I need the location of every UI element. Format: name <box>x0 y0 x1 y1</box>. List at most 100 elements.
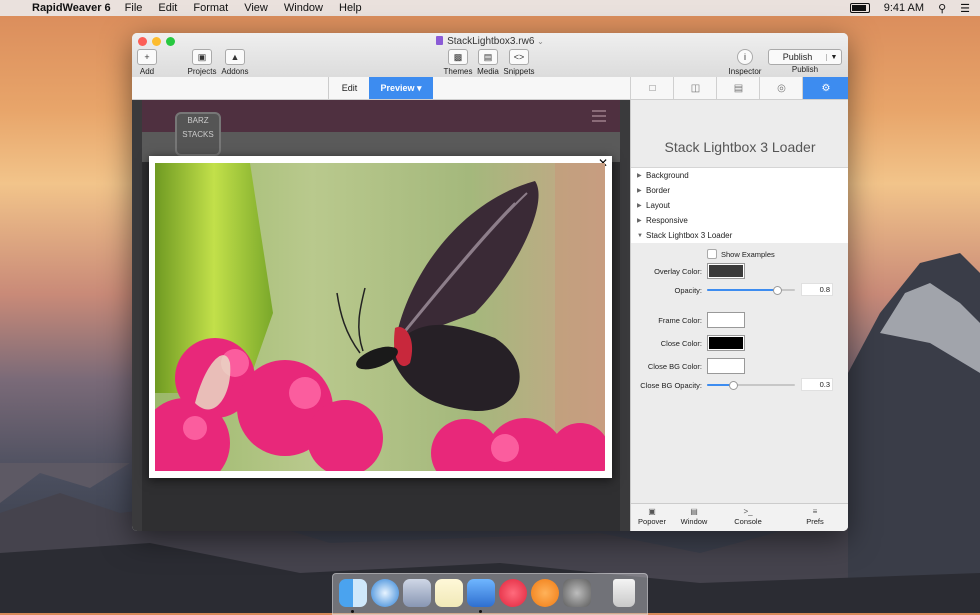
preview-pane[interactable]: BARZ STACKS ✕ <box>132 100 630 531</box>
frame-color-label: Frame Color: <box>658 316 702 325</box>
section-responsive[interactable]: ▶ Responsive <box>631 213 848 228</box>
snippets-icon: <> <box>509 49 529 65</box>
document-icon <box>436 36 444 45</box>
add-button[interactable]: + Add <box>136 49 158 76</box>
media-icon: ▤ <box>478 49 498 65</box>
snippets-button[interactable]: <> Snippets <box>502 49 536 76</box>
window-title: StackLightbox3.rw6 ⌄ <box>132 36 848 47</box>
menu-format[interactable]: Format <box>185 2 236 14</box>
disclosure-triangle-icon: ▶ <box>637 218 642 224</box>
layout-inspector-tab-icon[interactable]: ◫ <box>673 77 717 99</box>
info-icon: i <box>737 49 753 65</box>
trash-icon[interactable] <box>613 579 635 607</box>
publish-button[interactable]: Publish ▼ <box>768 49 842 65</box>
inspector-panel: Stack Lightbox 3 Loader ▶ Background ▶ Bor… <box>630 100 848 531</box>
console-button[interactable]: >_ Console <box>715 504 781 531</box>
ibooks-icon[interactable] <box>531 579 559 607</box>
opacity-label: Opacity: <box>674 286 702 295</box>
section-background[interactable]: ▶ Background <box>631 168 848 183</box>
media-button[interactable]: ▤ Media <box>475 49 501 76</box>
clock[interactable]: 9:41 AM <box>884 2 924 14</box>
close-color-row: Close Color: <box>631 335 848 358</box>
close-color-well[interactable] <box>707 335 745 351</box>
popover-icon: ▣ <box>648 507 656 516</box>
opacity-slider[interactable] <box>707 286 795 295</box>
checkbox-box[interactable] <box>707 249 717 259</box>
popover-button[interactable]: ▣ Popover <box>631 504 673 531</box>
finder-icon[interactable] <box>339 579 367 607</box>
window-toolbar: StackLightbox3.rw6 ⌄ + Add ▣ Projects ▲ Add… <box>132 33 848 78</box>
rapidweaver-icon[interactable] <box>467 579 495 607</box>
close-bg-opacity-row: Close BG Opacity: 0.3 <box>631 378 848 404</box>
menu-edit[interactable]: Edit <box>150 2 185 14</box>
menu-file[interactable]: File <box>117 2 151 14</box>
console-icon: >_ <box>743 507 753 516</box>
app-menu[interactable]: RapidWeaver 6 <box>30 2 117 14</box>
section-stack-lightbox-loader[interactable]: ▼ Stack Lightbox 3 Loader <box>631 228 848 243</box>
close-bg-opacity-value-field[interactable]: 0.3 <box>801 378 833 391</box>
battery-icon[interactable] <box>849 3 870 13</box>
disclosure-triangle-icon: ▶ <box>637 203 642 209</box>
edit-mode-tab[interactable]: Edit <box>328 77 371 99</box>
disclosure-triangle-icon: ▶ <box>637 188 642 194</box>
hamburger-menu-icon[interactable] <box>592 110 606 125</box>
disclosure-triangle-icon: ▶ <box>637 173 642 179</box>
inspector-title: Stack Lightbox 3 Loader <box>631 100 848 168</box>
preview-mode-tab[interactable]: Preview ▾ <box>369 77 433 99</box>
mail-icon[interactable] <box>403 579 431 607</box>
lightbox-frame: ✕ <box>149 156 612 478</box>
frame-color-row: Frame Color: <box>631 312 848 335</box>
addons-icon: ▲ <box>225 49 245 65</box>
menu-bar: RapidWeaver 6 File Edit Format View Wind… <box>0 0 980 16</box>
mode-tab-bar: Edit Preview ▾ □ ◫ ▤ ◎ ⚙ <box>132 77 848 100</box>
overlay-color-label: Overlay Color: <box>654 267 702 276</box>
page-inspector-tab-icon[interactable]: □ <box>630 77 674 99</box>
butterfly-photo <box>155 163 605 471</box>
notes-icon[interactable] <box>435 579 463 607</box>
section-layout[interactable]: ▶ Layout <box>631 198 848 213</box>
window-button[interactable]: ▤ Window <box>673 504 715 531</box>
safari-icon[interactable] <box>371 579 399 607</box>
theme-inspector-tab-icon[interactable]: ▤ <box>716 77 760 99</box>
close-bg-opacity-slider[interactable] <box>707 381 795 390</box>
projects-button[interactable]: ▣ Projects <box>187 49 217 76</box>
themes-button[interactable]: ▩ Themes <box>443 49 473 76</box>
menu-window[interactable]: Window <box>276 2 331 14</box>
menu-view[interactable]: View <box>236 2 276 14</box>
slider-knob[interactable] <box>729 381 739 390</box>
publish-label: Publish <box>791 65 819 74</box>
close-bg-opacity-label: Close BG Opacity: <box>640 381 702 390</box>
system-preferences-icon[interactable] <box>563 579 591 607</box>
opacity-value-field[interactable]: 0.8 <box>801 283 833 296</box>
site-logo: BARZ STACKS <box>175 112 221 156</box>
chevron-down-icon[interactable]: ▼ <box>826 53 841 61</box>
show-examples-checkbox[interactable]: Show Examples <box>707 249 848 259</box>
section-border[interactable]: ▶ Border <box>631 183 848 198</box>
window-icon: ▤ <box>690 507 698 516</box>
projects-icon: ▣ <box>192 49 212 65</box>
menu-help[interactable]: Help <box>331 2 370 14</box>
show-examples-label: Show Examples <box>721 249 775 259</box>
close-color-label: Close Color: <box>660 339 702 348</box>
inspector-sections: ▶ Background ▶ Border ▶ Layout ▶ Responsive … <box>631 168 848 243</box>
publish-button-label: Publish <box>782 52 813 62</box>
app-window: StackLightbox3.rw6 ⌄ + Add ▣ Projects ▲ Add… <box>132 33 848 531</box>
themes-icon: ▩ <box>448 49 468 65</box>
inspector-button[interactable]: i Inspector <box>728 49 762 76</box>
itunes-icon[interactable] <box>499 579 527 607</box>
opacity-row: Opacity: 0.8 <box>631 283 848 312</box>
disclosure-triangle-icon: ▼ <box>637 232 643 239</box>
style-inspector-tab-icon[interactable]: ◎ <box>759 77 803 99</box>
frame-color-well[interactable] <box>707 312 745 328</box>
notification-center-icon[interactable]: ☰ <box>960 2 970 15</box>
dock <box>332 573 648 615</box>
prefs-button[interactable]: ≡ Prefs <box>781 504 848 531</box>
spotlight-search-icon[interactable]: ⚲ <box>938 2 946 15</box>
addons-button[interactable]: ▲ Addons <box>220 49 250 76</box>
slider-knob[interactable] <box>773 286 783 295</box>
close-bg-color-well[interactable] <box>707 358 745 374</box>
overlay-color-well[interactable] <box>707 263 745 279</box>
stack-settings-tab-icon[interactable]: ⚙ <box>802 77 848 99</box>
plus-icon: + <box>137 49 157 65</box>
sliders-icon: ≡ <box>812 507 818 516</box>
